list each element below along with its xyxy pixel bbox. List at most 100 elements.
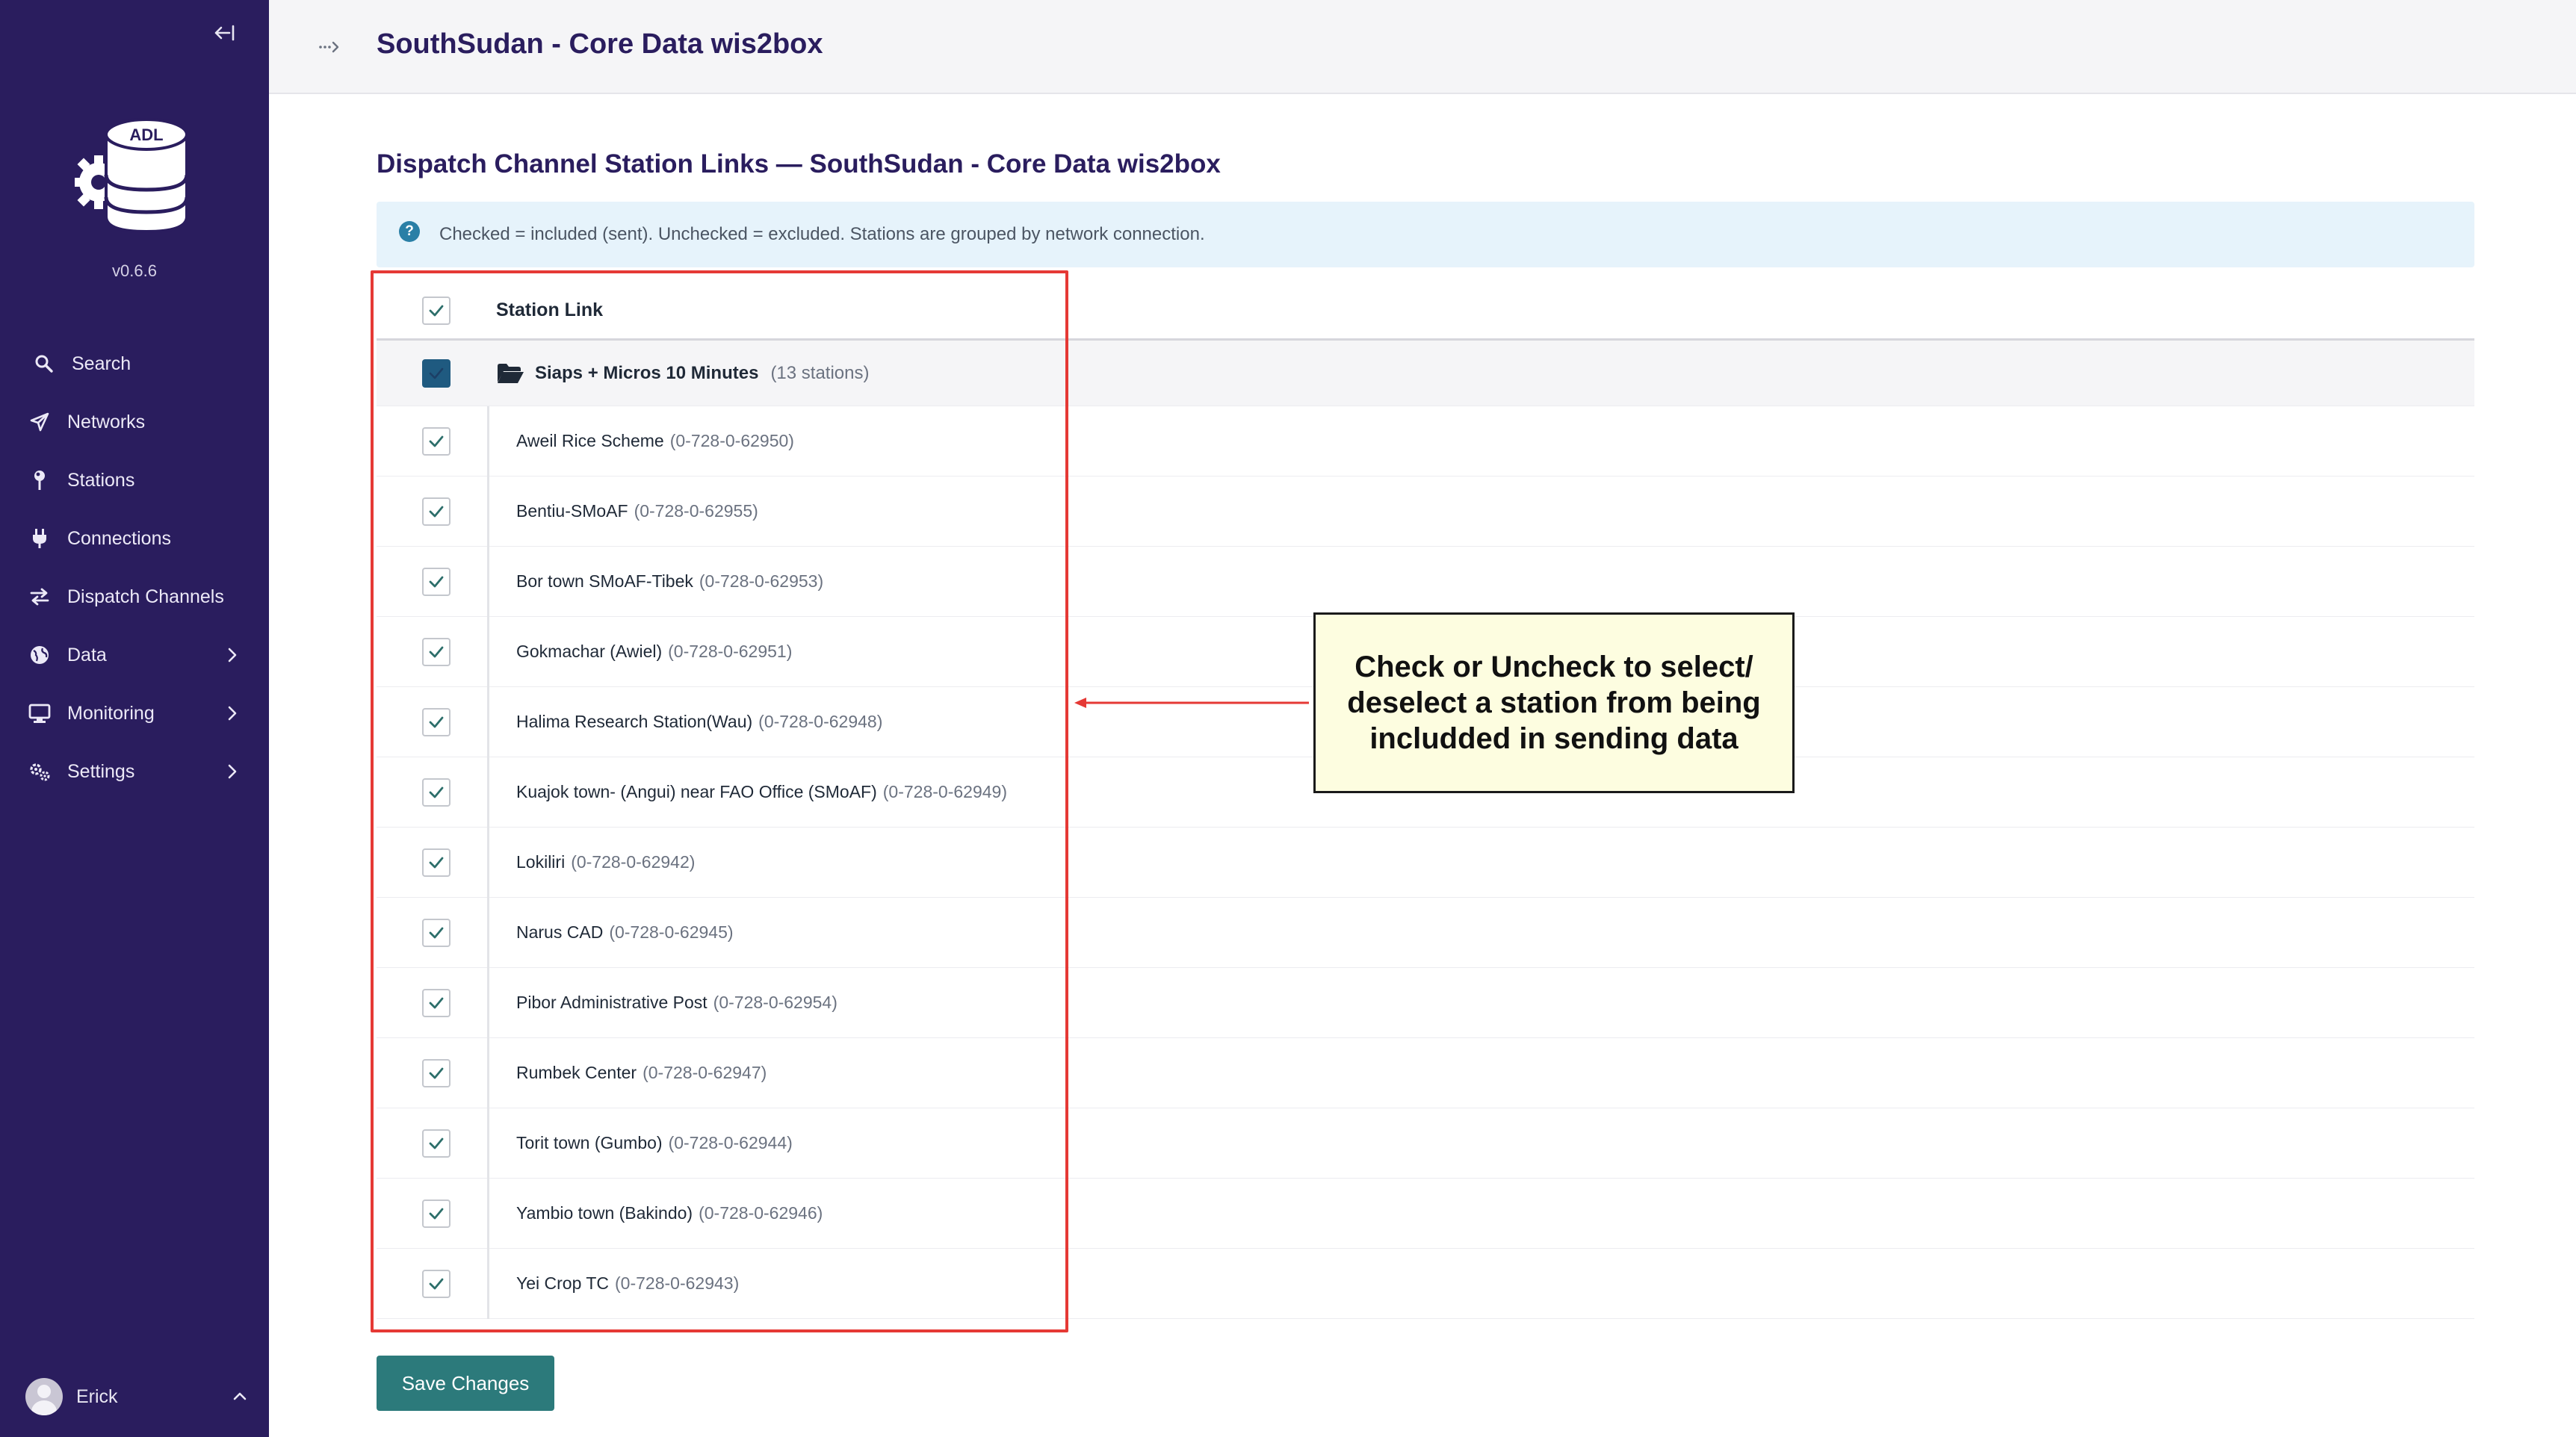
table-row: Bor town SMoAF-Tibek (0-728-0-62953) xyxy=(377,546,2474,617)
annotation-arrow xyxy=(1074,698,1309,708)
station-id: (0-728-0-62955) xyxy=(634,501,758,521)
station-name: Yei Crop TC xyxy=(516,1273,610,1293)
station-id: (0-728-0-62944) xyxy=(668,1133,793,1152)
check-icon xyxy=(429,716,444,727)
station-list: Aweil Rice Scheme (0-728-0-62950) Bentiu-S… xyxy=(377,406,2474,1319)
check-icon xyxy=(429,1138,444,1149)
sidebar-item-connections[interactable]: Connections xyxy=(0,509,269,568)
station-cell: Halima Research Station(Wau) (0-728-0-629… xyxy=(487,686,882,757)
chevron-right-icon xyxy=(228,706,237,721)
station-id: (0-728-0-62942) xyxy=(571,852,696,872)
info-text: Checked = included (sent). Unchecked = e… xyxy=(439,224,1205,244)
plug-icon xyxy=(27,526,52,551)
sidebar-item-search[interactable]: Search xyxy=(0,335,269,393)
swap-icon xyxy=(27,584,52,609)
station-checkbox[interactable] xyxy=(422,1129,451,1158)
check-icon xyxy=(429,435,444,447)
top-header: SouthSudan - Core Data wis2box xyxy=(269,0,2576,94)
sidebar-nav: Search Networks Stations Connections Dis… xyxy=(0,335,269,801)
station-name: Kuajok town- (Angui) near FAO Office (SM… xyxy=(516,782,877,801)
sidebar-item-data[interactable]: Data xyxy=(0,626,269,684)
check-icon xyxy=(429,1278,444,1289)
station-checkbox[interactable] xyxy=(422,1269,451,1298)
annotation-callout: Check or Uncheck to select/ deselect a s… xyxy=(1313,612,1795,793)
search-icon xyxy=(31,351,57,376)
station-checkbox[interactable] xyxy=(422,918,451,947)
station-name: Gokmachar (Awiel) xyxy=(516,642,663,661)
check-icon xyxy=(429,305,444,316)
check-icon xyxy=(429,1067,444,1078)
station-id: (0-728-0-62951) xyxy=(668,642,793,661)
table-row: Aweil Rice Scheme (0-728-0-62950) xyxy=(377,406,2474,477)
station-cell: Gokmachar (Awiel) (0-728-0-62951) xyxy=(487,616,793,687)
station-cell: Yei Crop TC (0-728-0-62943) xyxy=(487,1248,739,1319)
station-id: (0-728-0-62945) xyxy=(609,922,734,942)
station-name: Rumbek Center xyxy=(516,1063,637,1082)
sidebar-item-label: Stations xyxy=(67,469,135,491)
station-checkbox[interactable] xyxy=(422,1058,451,1087)
table-row: Bentiu-SMoAF (0-728-0-62955) xyxy=(377,476,2474,547)
select-all-checkbox[interactable] xyxy=(422,296,451,325)
station-name: Pibor Administrative Post xyxy=(516,993,708,1012)
group-name: Siaps + Micros 10 Minutes xyxy=(535,362,759,383)
sidebar-item-dispatch-channels[interactable]: Dispatch Channels xyxy=(0,568,269,626)
station-checkbox[interactable] xyxy=(422,567,451,596)
station-id: (0-728-0-62953) xyxy=(699,571,824,591)
group-row: Siaps + Micros 10 Minutes (13 stations) xyxy=(377,341,2474,406)
sidebar-item-label: Monitoring xyxy=(67,702,155,724)
chevron-right-icon xyxy=(228,764,237,779)
sidebar-item-label: Settings xyxy=(67,760,135,782)
group-checkbox[interactable] xyxy=(422,359,451,388)
station-checkbox[interactable] xyxy=(422,988,451,1017)
station-checkbox[interactable] xyxy=(422,848,451,877)
station-checkbox[interactable] xyxy=(422,637,451,666)
station-cell: Bentiu-SMoAF (0-728-0-62955) xyxy=(487,476,758,547)
pin-icon xyxy=(27,468,52,493)
station-id: (0-728-0-62954) xyxy=(713,993,837,1012)
sidebar-item-networks[interactable]: Networks xyxy=(0,393,269,451)
station-checkbox[interactable] xyxy=(422,426,451,456)
check-icon xyxy=(429,646,444,657)
table-row: Yambio town (Bakindo) (0-728-0-62946) xyxy=(377,1178,2474,1249)
sidebar-item-label: Networks xyxy=(67,411,146,432)
info-banner: ? Checked = included (sent). Unchecked =… xyxy=(377,202,2474,267)
table-row: Rumbek Center (0-728-0-62947) xyxy=(377,1037,2474,1108)
save-changes-button[interactable]: Save Changes xyxy=(377,1356,554,1411)
station-id: (0-728-0-62947) xyxy=(643,1063,767,1082)
station-checkbox[interactable] xyxy=(422,497,451,526)
collapse-sidebar-button[interactable] xyxy=(211,19,238,46)
station-checkbox[interactable] xyxy=(422,1199,451,1228)
sidebar-item-settings[interactable]: Settings xyxy=(0,742,269,801)
sidebar-item-monitoring[interactable]: Monitoring xyxy=(0,684,269,742)
folder-open-icon xyxy=(498,363,524,383)
check-icon xyxy=(429,786,444,798)
check-icon xyxy=(429,367,444,379)
sidebar-item-label: Data xyxy=(67,644,107,665)
collapse-icon xyxy=(214,25,235,41)
table-row: Lokiliri (0-728-0-62942) xyxy=(377,827,2474,898)
column-header-station-link: Station Link xyxy=(496,299,604,320)
cogs-icon xyxy=(27,759,52,784)
station-name: Bentiu-SMoAF xyxy=(516,501,628,521)
monitor-icon xyxy=(27,701,52,726)
table-row: Narus CAD (0-728-0-62945) xyxy=(377,897,2474,968)
station-name: Narus CAD xyxy=(516,922,604,942)
station-id: (0-728-0-62950) xyxy=(669,431,794,450)
table-row: Torit town (Gumbo) (0-728-0-62944) xyxy=(377,1108,2474,1179)
station-cell: Narus CAD (0-728-0-62945) xyxy=(487,897,734,968)
station-checkbox[interactable] xyxy=(422,707,451,736)
sidebar: ADL v0.6.6 Search Networks Stations Conn… xyxy=(0,0,269,1437)
station-cell: Yambio town (Bakindo) (0-728-0-62946) xyxy=(487,1178,823,1249)
dots-arrow-icon[interactable] xyxy=(317,34,342,60)
station-id: (0-728-0-62949) xyxy=(882,782,1007,801)
chevron-right-icon xyxy=(228,648,237,662)
user-menu[interactable]: Erick xyxy=(25,1376,250,1418)
table-row: Yei Crop TC (0-728-0-62943) xyxy=(377,1248,2474,1319)
station-name: Lokiliri xyxy=(516,852,566,872)
station-links-table: Station Link Siaps + Micros 10 Minutes (… xyxy=(377,282,2474,1319)
sidebar-item-label: Search xyxy=(72,353,131,374)
station-checkbox[interactable] xyxy=(422,778,451,807)
station-cell: Bor town SMoAF-Tibek (0-728-0-62953) xyxy=(487,546,824,617)
header-title: SouthSudan - Core Data wis2box xyxy=(377,28,823,60)
sidebar-item-stations[interactable]: Stations xyxy=(0,451,269,509)
